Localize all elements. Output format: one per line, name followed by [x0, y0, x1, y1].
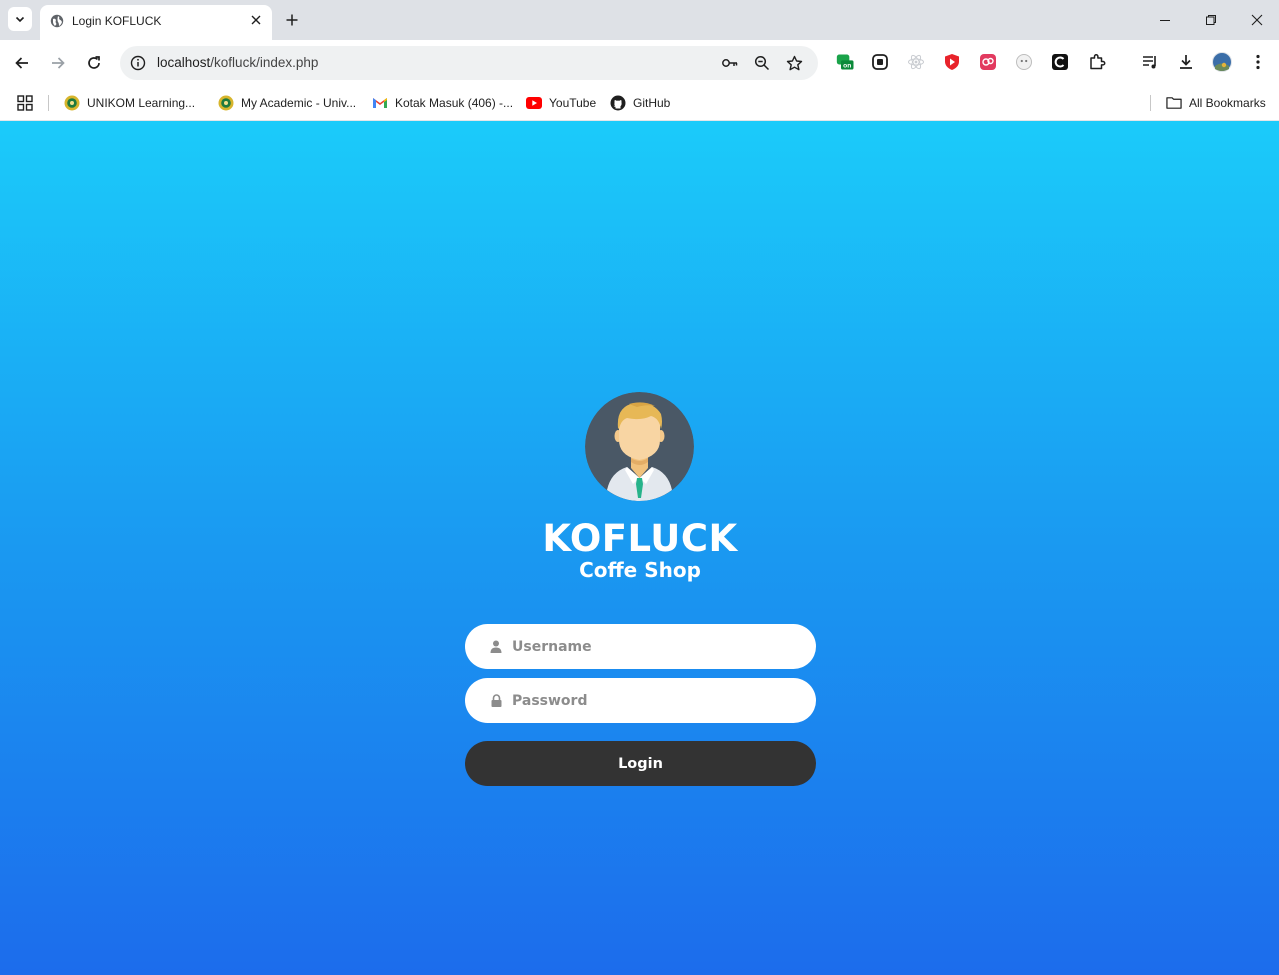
tab-strip: Login KOFLUCK: [0, 0, 1279, 40]
minimize-icon: [1160, 20, 1170, 21]
username-input[interactable]: [512, 624, 802, 669]
chat-extension-icon[interactable]: on: [836, 52, 856, 72]
react-devtools-icon[interactable]: [906, 52, 926, 72]
bookmarks-divider: [1150, 95, 1151, 111]
bookmark-youtube[interactable]: YouTube: [526, 92, 596, 114]
download-icon[interactable]: [1176, 52, 1196, 72]
media-controls-icon[interactable]: [1140, 52, 1160, 72]
restore-button[interactable]: [1199, 8, 1223, 32]
globe-icon: [50, 14, 64, 28]
profile-avatar-icon[interactable]: [1212, 52, 1232, 72]
bookmark-label: My Academic - Univ...: [241, 96, 357, 110]
user-icon: [490, 639, 502, 653]
restore-icon: [1206, 15, 1216, 25]
bookmark-label: Kotak Masuk (406) -...: [395, 96, 514, 110]
tab-close-button[interactable]: [248, 12, 264, 28]
brand-title: KOFLUCK: [542, 517, 738, 560]
url-host: localhost: [157, 55, 211, 70]
bookmark-gmail-inbox[interactable]: Kotak Masuk (406) -...: [372, 92, 513, 114]
chevron-down-icon: [15, 16, 25, 23]
tab-search-button[interactable]: [8, 7, 32, 31]
apps-button[interactable]: [17, 92, 33, 114]
github-icon: [610, 95, 626, 111]
browser-menu-icon[interactable]: [1248, 52, 1268, 72]
password-input[interactable]: [512, 678, 802, 723]
youtube-icon: [526, 95, 542, 111]
forward-button[interactable]: [46, 51, 70, 75]
all-bookmarks-label: All Bookmarks: [1189, 96, 1266, 110]
tab-title: Login KOFLUCK: [72, 14, 162, 28]
lock-icon: [490, 693, 502, 707]
shield-extension-icon[interactable]: [942, 52, 962, 72]
user-avatar-icon: [585, 392, 694, 501]
new-tab-button[interactable]: [282, 10, 302, 30]
gmail-icon: [372, 95, 388, 111]
brand-subtitle: Coffe Shop: [579, 558, 701, 582]
password-field: [465, 678, 816, 723]
bookmark-unikom-learning[interactable]: UNIKOM Learning...: [64, 92, 195, 114]
browser-toolbar: localhost/kofluck/index.php on: [0, 40, 1279, 86]
plus-icon: [286, 14, 298, 26]
address-bar[interactable]: localhost/kofluck/index.php: [120, 46, 818, 80]
unikom-logo-icon: [64, 95, 80, 111]
url-text[interactable]: localhost/kofluck/index.php: [157, 55, 318, 70]
login-button[interactable]: Login: [465, 741, 816, 786]
arrow-left-icon: [15, 57, 28, 69]
back-button[interactable]: [10, 51, 34, 75]
ghost-extension-icon[interactable]: [1014, 52, 1034, 72]
login-page: KOFLUCK Coffe Shop Login: [0, 121, 1279, 975]
site-info-icon[interactable]: [128, 53, 148, 73]
c-extension-icon[interactable]: [1050, 52, 1070, 72]
apps-grid-icon: [17, 95, 33, 111]
reload-button[interactable]: [82, 51, 106, 75]
url-path: /kofluck/index.php: [210, 55, 319, 70]
bookmark-label: GitHub: [633, 96, 671, 110]
bookmark-label: YouTube: [549, 96, 597, 110]
bookmark-my-academic[interactable]: My Academic - Univ...: [218, 92, 356, 114]
all-bookmarks-button[interactable]: All Bookmarks: [1166, 92, 1266, 114]
folder-icon: [1166, 95, 1182, 111]
pink-extension-icon[interactable]: [978, 52, 998, 72]
zoom-icon[interactable]: [752, 53, 772, 73]
minimize-button[interactable]: [1153, 8, 1177, 32]
arrow-right-icon: [52, 57, 65, 69]
unikom-logo-icon: [218, 95, 234, 111]
bookmark-star-icon[interactable]: [784, 53, 804, 73]
puzzle-extensions-icon[interactable]: [1087, 52, 1107, 72]
bookmarks-divider: [48, 95, 49, 111]
browser-tab[interactable]: Login KOFLUCK: [40, 5, 272, 40]
bookmark-github[interactable]: GitHub: [610, 92, 670, 114]
bookmarks-bar: UNIKOM Learning... My Academic - Univ...…: [0, 86, 1279, 121]
user-avatar: [585, 392, 694, 501]
close-window-button[interactable]: [1245, 8, 1269, 32]
close-icon: [251, 15, 261, 25]
close-icon: [1251, 14, 1263, 26]
password-key-icon[interactable]: [720, 53, 740, 73]
bookmark-label: UNIKOM Learning...: [87, 96, 196, 110]
username-field: [465, 624, 816, 669]
extension-badge: on: [843, 62, 851, 69]
screen-capture-extension-icon[interactable]: [870, 52, 890, 72]
reload-icon: [88, 56, 100, 69]
